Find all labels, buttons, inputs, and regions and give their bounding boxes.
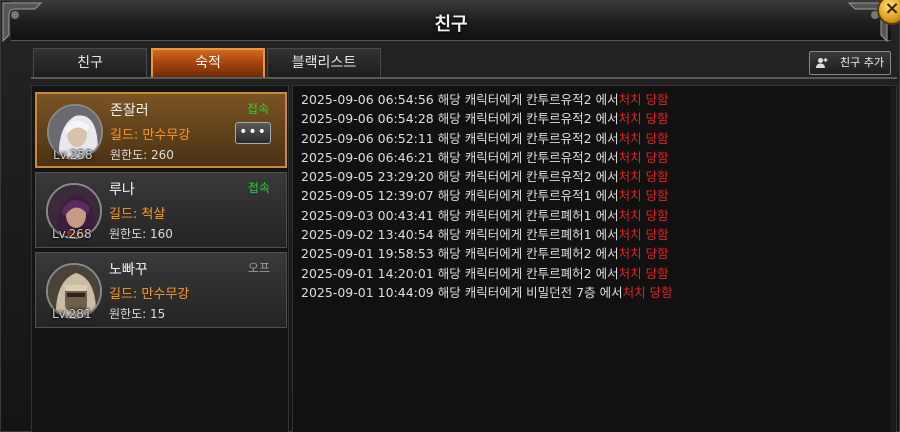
enemy-guild: 길드: 만수무강 bbox=[110, 128, 191, 143]
log-entry: 2025-09-05 23:29:20 해당 캐릭터에게 칸투르유적2 에서처치… bbox=[301, 166, 673, 185]
log-text: 해당 캐릭터에게 칸투르유적1 에서 bbox=[433, 188, 619, 204]
log-entry: 2025-09-06 06:54:28 해당 캐릭터에게 칸투르유적2 에서처치… bbox=[301, 108, 673, 127]
log-time: 2025-09-02 13:40:54 bbox=[301, 227, 434, 243]
log-kill: 처치 당함 bbox=[618, 111, 669, 127]
log-time: 2025-09-06 06:46:21 bbox=[301, 149, 434, 165]
window-title: 친구 bbox=[434, 14, 468, 35]
log-kill: 처치 당함 bbox=[618, 92, 669, 107]
log-entry: 2025-09-01 14:20:01 해당 캐릭터에게 칸투르폐허2 에서처치… bbox=[301, 263, 673, 282]
enemy-card[interactable]: Lv.268 루나 접속 길드: 척살 원한도: 160 bbox=[35, 172, 287, 248]
tab-friends[interactable]: 친구 bbox=[33, 48, 147, 78]
tab-blacklist[interactable]: 블랙리스트 bbox=[267, 48, 381, 78]
log-time: 2025-09-03 00:43:41 bbox=[301, 207, 434, 223]
log-entry: 2025-09-06 06:46:21 해당 캐릭터에게 칸투르유적2 에서처치… bbox=[301, 147, 673, 166]
kill-log-panel: 2025-09-06 06:54:56 해당 캐릭터에게 칸투르유적2 에서처치… bbox=[292, 85, 897, 432]
enemy-name: 루나 bbox=[109, 182, 135, 198]
log-kill: 처치 당함 bbox=[618, 149, 669, 165]
enemy-level: Lv.268 bbox=[52, 227, 92, 241]
enemy-level: Lv.258 bbox=[53, 148, 93, 162]
kill-log: 2025-09-06 06:54:56 해당 캐릭터에게 칸투르유적2 에서처치… bbox=[301, 89, 673, 301]
log-entry: 2025-09-01 10:44:09 해당 캐릭터에게 비밀던전 7층 에서처… bbox=[301, 282, 673, 301]
enemy-card[interactable]: Lv.258 존잘러 접속 길드: 만수무강 원한도: 260 ••• bbox=[35, 92, 287, 168]
tab-enemies[interactable]: 숙적 bbox=[151, 48, 265, 78]
enemy-guild: 길드: 만수무강 bbox=[109, 287, 190, 302]
log-text: 해당 캐릭터에게 칸투르유적2 에서 bbox=[433, 111, 619, 127]
log-text: 해당 캐릭터에게 칸투르유적2 에서 bbox=[433, 169, 619, 185]
log-time: 2025-09-01 10:44:09 bbox=[301, 284, 434, 300]
enemy-guild: 길드: 척살 bbox=[109, 207, 166, 222]
log-text: 해당 캐릭터에게 칸투르유적2 에서 bbox=[433, 92, 619, 107]
friend-window: 친구 × 친구 숙적 블랙리스트 친구 추가 Lv.258 존잘러 접속 길드:… bbox=[0, 0, 900, 432]
log-entry: 2025-09-02 13:40:54 해당 캐릭터에게 칸투르폐허1 에서처치… bbox=[301, 224, 673, 243]
status-badge: 접속 bbox=[247, 181, 270, 195]
log-kill: 처치 당함 bbox=[622, 284, 673, 300]
enemy-grudge: 원한도: 15 bbox=[109, 307, 166, 321]
add-user-icon bbox=[816, 58, 828, 68]
add-friend-label: 친구 추가 bbox=[840, 56, 884, 69]
log-text: 해당 캐릭터에게 칸투르폐허1 에서 bbox=[433, 227, 619, 243]
log-time: 2025-09-06 06:54:56 bbox=[301, 92, 434, 107]
enemy-grudge: 원한도: 160 bbox=[109, 227, 173, 241]
log-entry: 2025-09-06 06:52:11 해당 캐릭터에게 칸투르유적2 에서처치… bbox=[301, 128, 673, 147]
log-time: 2025-09-01 19:58:53 bbox=[301, 246, 434, 262]
log-text: 해당 캐릭터에게 칸투르유적2 에서 bbox=[433, 130, 619, 146]
log-entry: 2025-09-05 12:39:07 해당 캐릭터에게 칸투르유적1 에서처치… bbox=[301, 185, 673, 204]
close-icon: × bbox=[884, 0, 900, 19]
log-kill: 처치 당함 bbox=[618, 265, 669, 281]
enemy-grudge: 원한도: 260 bbox=[110, 148, 174, 162]
log-time: 2025-09-05 23:29:20 bbox=[301, 169, 434, 185]
log-kill: 처치 당함 bbox=[618, 246, 669, 262]
log-kill: 처치 당함 bbox=[618, 188, 669, 204]
log-time: 2025-09-01 14:20:01 bbox=[301, 265, 434, 281]
log-time: 2025-09-06 06:52:11 bbox=[301, 130, 434, 146]
log-entry: 2025-09-06 06:54:56 해당 캐릭터에게 칸투르유적2 에서처치… bbox=[301, 89, 673, 108]
log-time: 2025-09-06 06:54:28 bbox=[301, 111, 434, 127]
enemy-name: 노빠꾸 bbox=[109, 262, 148, 278]
tab-divider bbox=[31, 77, 897, 79]
scrollbar[interactable] bbox=[890, 86, 896, 432]
log-text: 해당 캐릭터에게 칸투르폐허1 에서 bbox=[433, 207, 619, 223]
enemy-list: Lv.258 존잘러 접속 길드: 만수무강 원한도: 260 ••• Lv.2… bbox=[31, 85, 289, 432]
log-kill: 처치 당함 bbox=[618, 169, 669, 185]
log-entry: 2025-09-03 00:43:41 해당 캐릭터에게 칸투르폐허1 에서처치… bbox=[301, 205, 673, 224]
more-options-button[interactable]: ••• bbox=[235, 122, 271, 144]
log-kill: 처치 당함 bbox=[618, 207, 669, 223]
log-entry: 2025-09-01 19:58:53 해당 캐릭터에게 칸투르폐허2 에서처치… bbox=[301, 243, 673, 262]
add-friend-button[interactable]: 친구 추가 bbox=[809, 51, 891, 75]
log-text: 해당 캐릭터에게 칸투르유적2 에서 bbox=[433, 149, 619, 165]
log-text: 해당 캐릭터에게 칸투르폐허2 에서 bbox=[433, 265, 619, 281]
log-kill: 처치 당함 bbox=[618, 130, 669, 146]
more-icon: ••• bbox=[239, 124, 267, 140]
enemy-name: 존잘러 bbox=[110, 103, 149, 119]
status-badge: 접속 bbox=[246, 102, 269, 116]
log-time: 2025-09-05 12:39:07 bbox=[301, 188, 434, 204]
log-kill: 처치 당함 bbox=[618, 227, 669, 243]
enemy-level: Lv.281 bbox=[52, 307, 92, 321]
log-text: 해당 캐릭터에게 비밀던전 7층 에서 bbox=[433, 284, 623, 300]
status-badge: 오프 bbox=[247, 261, 270, 275]
log-text: 해당 캐릭터에게 칸투르폐허2 에서 bbox=[433, 246, 619, 262]
enemy-card[interactable]: Lv.281 노빠꾸 오프 길드: 만수무강 원한도: 15 bbox=[35, 252, 287, 328]
